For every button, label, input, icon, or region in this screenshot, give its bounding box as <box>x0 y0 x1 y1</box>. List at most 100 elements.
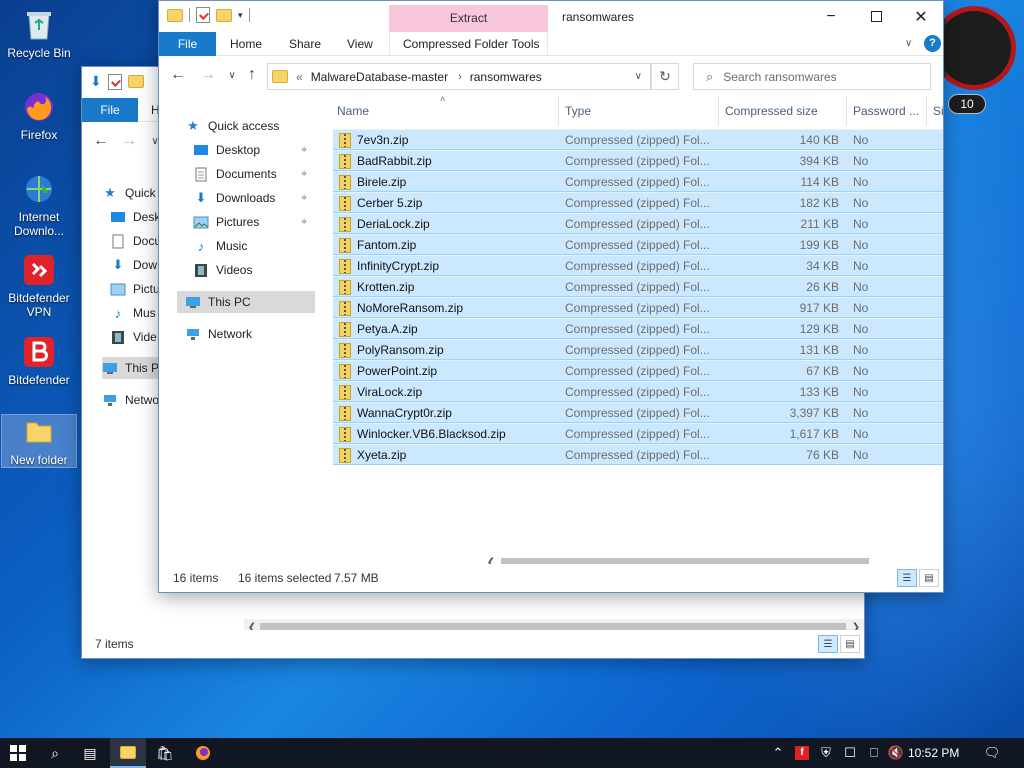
meet-now-icon[interactable]: ☐ <box>840 738 860 768</box>
back-arrow-icon[interactable]: ← <box>167 64 189 86</box>
up-arrow-icon[interactable]: ↑ <box>241 64 263 86</box>
forward-arrow-icon[interactable]: → <box>118 130 140 152</box>
table-row[interactable]: PowerPoint.zip Compressed (zipped) Fol...… <box>333 360 943 381</box>
new-folder-icon[interactable] <box>127 75 144 88</box>
close-icon[interactable]: ✕ <box>898 1 943 32</box>
pin-icon[interactable]: ⌖ <box>301 168 307 181</box>
table-row[interactable]: Cerber 5.zip Compressed (zipped) Fol... 18… <box>333 192 943 213</box>
nav-desktop[interactable]: Desk <box>110 206 160 228</box>
security-shield-icon[interactable]: ⛨ <box>816 738 836 768</box>
search-box[interactable]: ⌕ Search ransomwares <box>693 63 931 90</box>
table-row[interactable]: Winlocker.VB6.Blacksod.zip Compressed (zi… <box>333 423 943 444</box>
nav-downloads[interactable]: ⬇ Dow <box>110 254 157 276</box>
nav-quick-access[interactable]: ★ Quick access <box>185 115 279 137</box>
start-button[interactable] <box>0 738 36 768</box>
nav-pictures[interactable]: Pictu <box>110 278 160 300</box>
firefox-taskbar-icon[interactable] <box>185 738 221 768</box>
overflow-chevron[interactable]: « <box>296 70 303 84</box>
nav-pictures[interactable]: Pictures ⌖ <box>193 211 317 233</box>
table-row[interactable]: InfinityCrypt.zip Compressed (zipped) Fol… <box>333 255 943 276</box>
nav-this-pc[interactable]: This PC <box>177 291 315 313</box>
nav-desktop[interactable]: Desktop ⌖ <box>193 139 317 161</box>
forward-arrow-icon[interactable]: → <box>197 64 219 86</box>
explorer-window-ransomwares[interactable]: ▾ Extract ransomwares − ✕ File Home Shar… <box>158 0 944 593</box>
maximize-icon[interactable] <box>853 1 899 32</box>
nav-documents[interactable]: Docu <box>110 230 161 252</box>
refresh-icon[interactable]: ↻ <box>651 63 679 90</box>
address-dropdown-icon[interactable]: ∨ <box>635 71 642 82</box>
column-header-more[interactable]: Si <box>927 96 943 126</box>
table-row[interactable]: ViraLock.zip Compressed (zipped) Fol... 13… <box>333 381 943 402</box>
address-bar[interactable]: « MalwareDatabase-master › ransomwares ∨ <box>267 63 651 90</box>
tab-home[interactable]: Home <box>230 32 262 56</box>
tab-share[interactable]: Share <box>289 32 321 56</box>
properties-icon[interactable] <box>196 7 210 23</box>
nav-music[interactable]: ♪ Music <box>193 235 248 257</box>
help-icon[interactable]: ? <box>924 35 941 52</box>
column-header-type[interactable]: Type <box>559 96 719 126</box>
details-view-icon[interactable]: ☰ <box>897 569 917 587</box>
pin-icon[interactable]: ⌖ <box>301 144 307 157</box>
table-row[interactable]: Xyeta.zip Compressed (zipped) Fol... 76 KB… <box>333 444 943 465</box>
table-row[interactable]: WannaCrypt0r.zip Compressed (zipped) Fol.… <box>333 402 943 423</box>
column-header-compressed-size[interactable]: Compressed size <box>719 96 847 126</box>
desktop-icon-firefox[interactable]: Firefox <box>2 90 76 142</box>
nav-music[interactable]: ♪ Mus <box>110 302 156 324</box>
title-bar[interactable]: ▾ Extract ransomwares − ✕ <box>159 1 943 32</box>
pin-icon[interactable]: ⌖ <box>301 216 307 229</box>
breadcrumb-malwaredatabase[interactable]: MalwareDatabase-master <box>311 70 448 84</box>
clock[interactable]: 10:52 PM <box>908 746 959 760</box>
table-row[interactable]: Petya.A.zip Compressed (zipped) Fol... 129… <box>333 318 943 339</box>
column-header-password[interactable]: Password ... <box>847 96 927 126</box>
tab-file[interactable]: File <box>159 32 216 56</box>
minimize-icon[interactable]: − <box>808 1 854 32</box>
down-arrow-icon[interactable]: ⬇ <box>90 73 102 90</box>
customize-chevron-icon[interactable]: ▾ <box>238 10 243 21</box>
tab-file[interactable]: File <box>82 98 138 122</box>
table-row[interactable]: Fantom.zip Compressed (zipped) Fol... 199 … <box>333 234 943 255</box>
properties-icon[interactable] <box>107 73 122 90</box>
table-row[interactable]: NoMoreRansom.zip Compressed (zipped) Fol.… <box>333 297 943 318</box>
notifications-icon[interactable]: 🗨 <box>980 738 1004 768</box>
details-view-icon[interactable]: ☰ <box>818 635 838 653</box>
nav-network[interactable]: Netwo <box>102 389 159 411</box>
table-row[interactable]: DeriaLock.zip Compressed (zipped) Fol... 2… <box>333 213 943 234</box>
tab-compressed-folder-tools[interactable]: Compressed Folder Tools <box>403 32 540 56</box>
desktop-icon-internet-download-manager[interactable]: Internet Downlo... <box>2 172 76 238</box>
desktop-icon-bitdefender-vpn[interactable]: Bitdefender VPN <box>2 253 76 319</box>
pin-icon[interactable]: ⌖ <box>301 192 307 205</box>
volume-muted-icon[interactable]: 🔇 <box>886 738 906 768</box>
desktop-icon-new-folder[interactable]: New folder <box>1 414 77 468</box>
app-tray-icon[interactable]: f <box>792 738 812 768</box>
nav-network[interactable]: Network <box>185 323 252 345</box>
desktop-icon-recycle-bin[interactable]: Recycle Bin <box>2 8 76 60</box>
table-row[interactable]: 7ev3n.zip Compressed (zipped) Fol... 140 K… <box>333 129 943 150</box>
speed-meter-widget[interactable]: 10 <box>932 6 1016 118</box>
file-explorer-taskbar-icon[interactable] <box>110 738 146 768</box>
new-folder-icon[interactable] <box>216 8 232 22</box>
task-view-icon[interactable]: ▤ <box>72 738 108 768</box>
nav-quick-access[interactable]: ★ Quick <box>102 182 156 204</box>
ribbon-expand-chevron-icon[interactable]: ∨ <box>905 32 912 56</box>
table-row[interactable]: BadRabbit.zip Compressed (zipped) Fol... 3… <box>333 150 943 171</box>
breadcrumb-ransomwares[interactable]: ransomwares <box>470 70 542 84</box>
breadcrumb-separator-icon[interactable]: › <box>458 71 462 83</box>
nav-videos[interactable]: Vide <box>110 326 157 348</box>
large-icons-view-icon[interactable]: ▤ <box>919 569 939 587</box>
table-row[interactable]: PolyRansom.zip Compressed (zipped) Fol...… <box>333 339 943 360</box>
nav-videos[interactable]: Videos <box>193 259 252 281</box>
recent-chevron-icon[interactable]: ∨ <box>221 64 243 86</box>
store-icon[interactable]: 🛍 <box>147 738 183 768</box>
back-arrow-icon[interactable]: ← <box>90 130 112 152</box>
search-icon[interactable]: ⌕ <box>37 738 73 768</box>
show-hidden-icons-chevron-icon[interactable]: ⌃ <box>768 738 788 768</box>
large-icons-view-icon[interactable]: ▤ <box>840 635 860 653</box>
column-header-name[interactable]: Name <box>331 96 559 126</box>
table-row[interactable]: Birele.zip Compressed (zipped) Fol... 114 … <box>333 171 943 192</box>
desktop-icon-bitdefender[interactable]: Bitdefender <box>2 335 76 387</box>
nav-documents[interactable]: Documents ⌖ <box>193 163 317 185</box>
network-tray-icon[interactable]: ⎕ <box>864 738 884 768</box>
table-row[interactable]: Krotten.zip Compressed (zipped) Fol... 26 … <box>333 276 943 297</box>
nav-downloads[interactable]: ⬇ Downloads ⌖ <box>193 187 317 209</box>
tab-view[interactable]: View <box>347 32 373 56</box>
